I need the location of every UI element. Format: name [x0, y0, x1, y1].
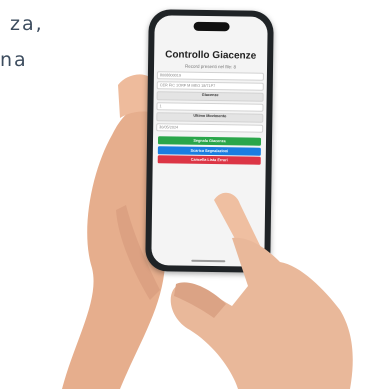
right-hand-illustration	[170, 192, 353, 389]
right-hand-body	[170, 237, 353, 389]
